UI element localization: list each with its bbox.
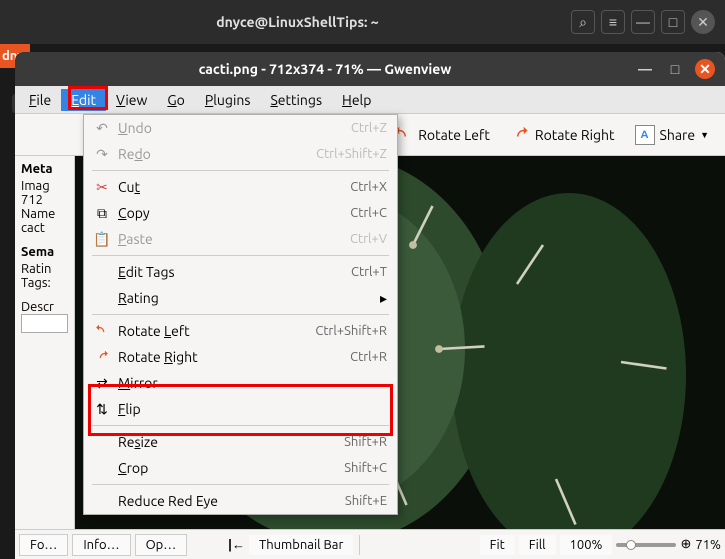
hamburger-icon[interactable]: ≡	[601, 10, 625, 34]
menu-help[interactable]: Help	[332, 89, 381, 111]
edit-dropdown: ↶ Undo Ctrl+Z ↷ Redo Ctrl+Shift+Z ✂ Cut …	[83, 114, 398, 515]
minimize-icon[interactable]: —	[635, 59, 655, 79]
maximize-icon[interactable]: □	[661, 10, 685, 34]
hundred-percent-button[interactable]: 100%	[560, 535, 613, 555]
undo-icon: ↶	[94, 120, 110, 136]
menu-item-undo[interactable]: ↶ Undo Ctrl+Z	[84, 115, 397, 141]
submenu-arrow-icon: ▸	[380, 290, 387, 307]
sidebar: Meta Imag 712 Name cact Sema Ratin Tags:…	[15, 156, 75, 529]
semantic-section-title: Sema	[21, 245, 68, 259]
menu-item-rotate-right[interactable]: Rotate Right Ctrl+R	[84, 344, 397, 370]
rotate-left-button[interactable]: Rotate Left	[385, 121, 498, 149]
menubar: File Edit View Go Plugins Settings Help	[15, 86, 725, 114]
menu-item-mirror[interactable]: ⇄ Mirror	[84, 370, 397, 396]
maximize-icon[interactable]: □	[665, 59, 685, 79]
menu-item-cut[interactable]: ✂ Cut Ctrl+X	[84, 174, 397, 200]
zoom-value: 71%	[695, 538, 721, 552]
rotate-right-icon	[510, 125, 530, 145]
menu-plugins[interactable]: Plugins	[195, 89, 261, 111]
menu-item-reduce-red-eye[interactable]: Reduce Red Eye Shift+E	[84, 488, 397, 514]
fill-button[interactable]: Fill	[519, 535, 556, 555]
flip-icon: ⇅	[94, 401, 110, 417]
meta-section-title: Meta	[21, 162, 68, 176]
menu-file[interactable]: File	[19, 89, 61, 111]
terminal-titlebar: dnyce@LinuxShellTips: ~ ⌕ ≡ — □ ✕	[0, 0, 725, 44]
menu-go[interactable]: Go	[157, 89, 195, 111]
rotate-right-label: Rotate Right	[535, 127, 615, 143]
mirror-icon: ⇄	[94, 375, 110, 391]
name-value: cact	[21, 221, 68, 235]
rotate-left-label: Rotate Left	[418, 127, 490, 143]
description-label: Descr	[21, 300, 68, 314]
menu-item-redo[interactable]: ↷ Redo Ctrl+Shift+Z	[84, 141, 397, 167]
rotate-right-icon	[94, 349, 110, 365]
menu-item-edit-tags[interactable]: Edit Tags Ctrl+T	[84, 259, 397, 285]
menu-item-rotate-left[interactable]: Rotate Left Ctrl+Shift+R	[84, 318, 397, 344]
menu-item-copy[interactable]: ⧉ Copy Ctrl+C	[84, 200, 397, 226]
menu-view[interactable]: View	[106, 89, 157, 111]
minimize-icon[interactable]: —	[631, 10, 655, 34]
fit-button[interactable]: Fit	[480, 535, 515, 555]
operations-tab[interactable]: Op…	[135, 534, 188, 556]
redo-icon: ↷	[94, 146, 110, 162]
terminal-title: dnyce@LinuxShellTips: ~	[30, 14, 565, 30]
menu-item-resize[interactable]: Resize Shift+R	[84, 429, 397, 455]
highlight-edit-menu	[68, 86, 108, 110]
cut-icon: ✂	[94, 179, 110, 195]
menu-item-flip[interactable]: ⇅ Flip	[84, 396, 397, 422]
share-button[interactable]: A Share ▼	[627, 121, 717, 149]
rating-label: Ratin	[21, 262, 68, 276]
copy-icon: ⧉	[94, 205, 110, 221]
folders-tab[interactable]: Fo…	[19, 534, 68, 556]
share-label: Share	[660, 127, 696, 143]
share-icon: A	[635, 125, 655, 145]
image-size-value: 712	[21, 193, 68, 207]
close-icon[interactable]: ✕	[691, 10, 715, 34]
menu-settings[interactable]: Settings	[260, 89, 332, 111]
menu-item-paste[interactable]: 📋 Paste Ctrl+V	[84, 226, 397, 252]
menu-item-crop[interactable]: Crop Shift+C	[84, 455, 397, 481]
menu-item-rating[interactable]: Rating ▸	[84, 285, 397, 311]
thumbnail-collapse-icon[interactable]: |←	[228, 537, 245, 552]
rotate-left-icon	[94, 323, 110, 339]
info-tab[interactable]: Info…	[72, 534, 130, 556]
image-size-label: Imag	[21, 179, 68, 193]
name-label: Name	[21, 207, 68, 221]
paste-icon: 📋	[94, 231, 110, 247]
close-icon[interactable]: ✕	[695, 59, 715, 79]
gwenview-titlebar: cacti.png - 712x374 - 71% — Gwenview — □…	[15, 52, 725, 86]
search-icon[interactable]: ⌕	[571, 10, 595, 34]
bottom-bar: Fo… Info… Op… |← Thumbnail Bar Fit Fill …	[15, 529, 725, 559]
zoom-slider[interactable]	[616, 543, 676, 547]
thumbnail-bar-button[interactable]: Thumbnail Bar	[249, 535, 353, 555]
tags-label: Tags:	[21, 276, 68, 290]
rotate-right-button[interactable]: Rotate Right	[502, 121, 623, 149]
zoom-plus-icon[interactable]: ⊕	[680, 537, 691, 552]
gwenview-title: cacti.png - 712x374 - 71% — Gwenview	[25, 61, 625, 77]
description-input[interactable]	[21, 314, 68, 333]
chevron-down-icon: ▼	[700, 130, 709, 140]
